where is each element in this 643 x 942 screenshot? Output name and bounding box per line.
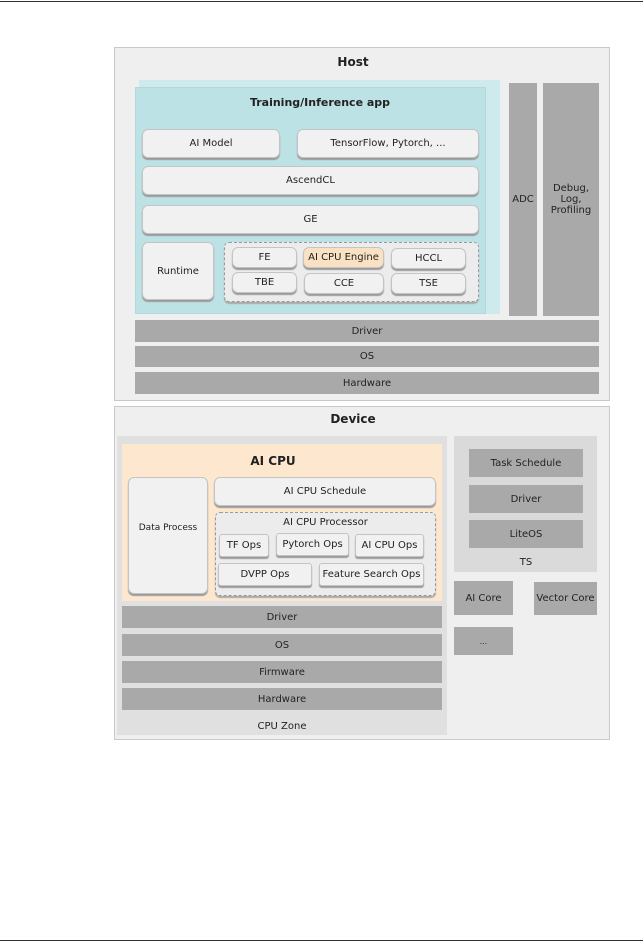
device-os-bar: OS bbox=[122, 634, 442, 656]
runtime-box: Runtime bbox=[142, 242, 214, 300]
device-title: Device bbox=[330, 412, 376, 426]
ascendcl-box: AscendCL bbox=[142, 166, 479, 195]
ai-cpu-processor-title: AI CPU Processor bbox=[283, 516, 368, 528]
ts-driver-box: Driver bbox=[469, 485, 583, 513]
host-os-bar: OS bbox=[135, 346, 599, 367]
liteos-box: LiteOS bbox=[469, 520, 583, 548]
ai-cpu-ops-box: AI CPU Ops bbox=[355, 534, 424, 557]
tbe-box: TBE bbox=[232, 272, 297, 293]
host-title: Host bbox=[337, 55, 369, 69]
vector-core-box: Vector Core bbox=[534, 582, 597, 615]
more-cores-box: ... bbox=[454, 627, 513, 655]
ge-box: GE bbox=[142, 205, 479, 234]
device-firmware-bar: Firmware bbox=[122, 661, 442, 683]
cpu-zone-label: CPU Zone bbox=[257, 720, 307, 732]
fe-box: FE bbox=[232, 247, 297, 268]
tf-ops-box: TF Ops bbox=[219, 534, 269, 557]
tse-box: TSE bbox=[391, 273, 466, 294]
hccl-box: HCCL bbox=[391, 248, 466, 269]
ai-cpu-schedule-box: AI CPU Schedule bbox=[214, 477, 436, 506]
bottom-rule bbox=[0, 940, 643, 941]
cce-box: CCE bbox=[304, 273, 384, 294]
dvpp-ops-box: DVPP Ops bbox=[218, 563, 312, 586]
data-process-box: Data Process bbox=[128, 477, 208, 594]
frameworks-box: TensorFlow, Pytorch, ... bbox=[297, 129, 479, 158]
task-schedule-box: Task Schedule bbox=[469, 449, 583, 477]
app-title: Training/Inference app bbox=[249, 95, 391, 109]
ts-label: TS bbox=[519, 556, 533, 568]
ai-cpu-engine-box: AI CPU Engine bbox=[303, 247, 384, 268]
feature-search-ops-box: Feature Search Ops bbox=[319, 563, 424, 586]
host-driver-bar: Driver bbox=[135, 320, 599, 342]
adc-bar: ADC bbox=[509, 83, 537, 316]
top-rule bbox=[0, 1, 643, 2]
device-hardware-bar: Hardware bbox=[122, 688, 442, 710]
ai-core-box: AI Core bbox=[454, 581, 513, 615]
host-hardware-bar: Hardware bbox=[135, 372, 599, 394]
ai-cpu-title: AI CPU bbox=[250, 454, 296, 468]
pytorch-ops-box: Pytorch Ops bbox=[276, 533, 349, 556]
device-driver-bar: Driver bbox=[122, 606, 442, 628]
debug-log-profiling-bar: Debug, Log, Profiling bbox=[543, 83, 599, 316]
ai-model-box: AI Model bbox=[142, 129, 280, 158]
